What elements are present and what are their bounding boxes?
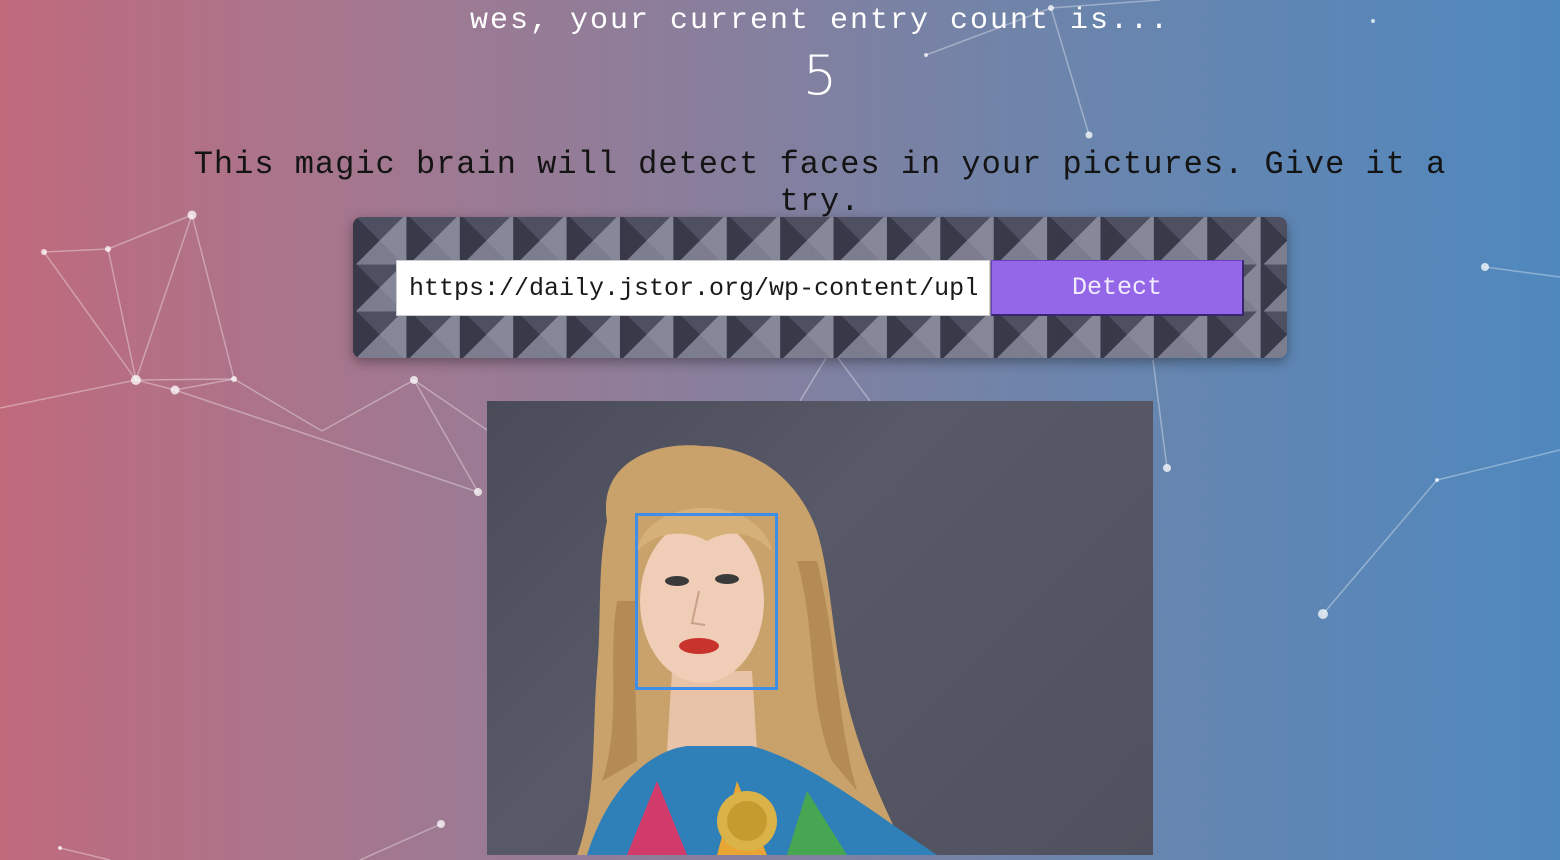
image-url-input[interactable] <box>396 260 990 316</box>
entry-count-greeting: wes, your current entry count is... <box>469 4 1171 38</box>
face-detection-image <box>487 401 1153 855</box>
entry-count-value: 5 <box>802 44 838 107</box>
image-link-form: Detect <box>353 217 1287 358</box>
portrait-photo <box>577 445 937 855</box>
app-description: This magic brain will detect faces in yo… <box>193 146 1447 220</box>
detect-button[interactable]: Detect <box>991 260 1244 316</box>
face-bounding-box <box>635 513 778 690</box>
